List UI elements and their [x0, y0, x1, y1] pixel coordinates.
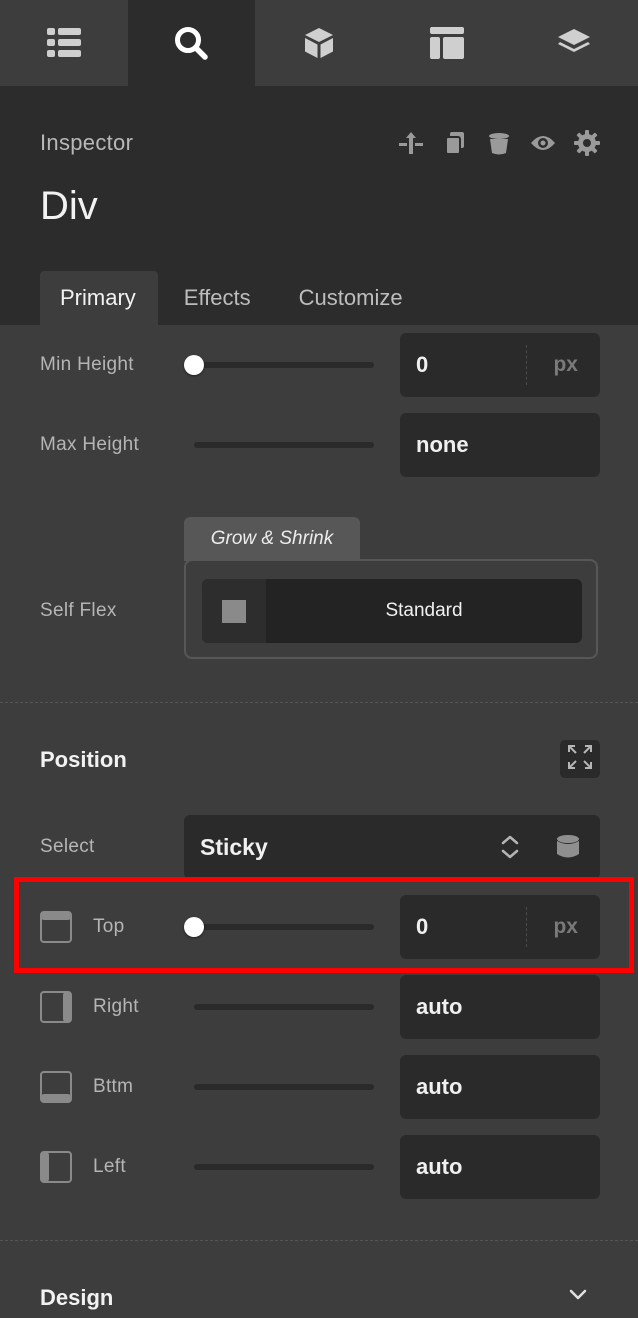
- left-value: auto: [416, 1154, 463, 1179]
- bottom-label: Bttm: [93, 1076, 134, 1097]
- left-label: Left: [93, 1156, 126, 1177]
- max-height-input[interactable]: none: [400, 413, 600, 477]
- delete-icon[interactable]: [486, 130, 512, 156]
- min-height-label: Min Height: [40, 354, 134, 375]
- inspector-header: Inspector Div Primary Effects Customize: [0, 86, 638, 325]
- database-icon[interactable]: [556, 834, 580, 865]
- toolbar-tab-layout[interactable]: [383, 0, 511, 86]
- min-height-slider-handle[interactable]: [184, 355, 204, 375]
- position-select-label: Select: [40, 836, 95, 857]
- square-icon: [222, 600, 246, 623]
- element-title: Div: [40, 184, 98, 228]
- grow-shrink-tab[interactable]: Grow & Shrink: [184, 517, 360, 561]
- layers-icon: [556, 28, 592, 58]
- inspector-label: Inspector: [40, 130, 134, 155]
- right-input[interactable]: auto: [400, 975, 600, 1039]
- layout-icon: [429, 27, 464, 59]
- self-flex-label: Self Flex: [40, 600, 117, 621]
- list-icon: [46, 28, 81, 58]
- self-flex-standard-button[interactable]: Standard: [202, 579, 582, 643]
- cube-icon: [302, 26, 336, 60]
- bottom-slider-track[interactable]: [194, 1084, 374, 1090]
- tab-primary[interactable]: Primary: [40, 271, 158, 325]
- search-icon: [174, 26, 209, 60]
- position-section-title: Position: [40, 747, 127, 772]
- min-height-slider-track[interactable]: [194, 362, 374, 368]
- toolbar-tab-search[interactable]: [127, 0, 256, 86]
- left-side-icon: [40, 1151, 72, 1183]
- header-actions: [398, 130, 600, 156]
- section-divider: [0, 1240, 638, 1241]
- right-value: auto: [416, 994, 463, 1019]
- bottom-side-icon: [40, 1071, 72, 1103]
- duplicate-icon[interactable]: [442, 130, 468, 156]
- min-height-value: 0: [416, 352, 429, 377]
- toolbar-tab-list[interactable]: [0, 0, 128, 86]
- unit-divider: [526, 345, 527, 385]
- min-height-unit[interactable]: px: [553, 333, 578, 397]
- self-flex-option: Standard: [385, 600, 463, 621]
- top-toolbar: [0, 0, 638, 86]
- flex-preset-swatch: [202, 579, 266, 643]
- left-slider-track[interactable]: [194, 1164, 374, 1170]
- section-divider: [0, 702, 638, 703]
- position-select[interactable]: Sticky: [184, 815, 600, 879]
- max-height-value: none: [416, 432, 469, 457]
- updown-chevron-icon: [500, 834, 520, 865]
- right-label: Right: [93, 996, 139, 1017]
- settings-icon[interactable]: [574, 130, 600, 156]
- toolbar-tab-components[interactable]: [255, 0, 383, 86]
- tab-customize[interactable]: Customize: [273, 271, 425, 325]
- left-input[interactable]: auto: [400, 1135, 600, 1199]
- tab-effects[interactable]: Effects: [158, 271, 273, 325]
- bottom-value: auto: [416, 1074, 463, 1099]
- highlight-box: [14, 877, 634, 973]
- position-select-value: Sticky: [200, 833, 268, 860]
- min-height-input[interactable]: 0 px: [400, 333, 600, 397]
- max-height-slider-track[interactable]: [194, 442, 374, 448]
- move-icon[interactable]: [398, 130, 424, 156]
- position-expand-button[interactable]: [560, 740, 600, 778]
- chevron-down-icon[interactable]: [568, 1288, 588, 1307]
- design-section-title[interactable]: Design: [40, 1285, 113, 1311]
- max-height-label: Max Height: [40, 434, 140, 455]
- visibility-icon[interactable]: [530, 130, 556, 156]
- right-slider-track[interactable]: [194, 1004, 374, 1010]
- right-side-icon: [40, 991, 72, 1023]
- bottom-input[interactable]: auto: [400, 1055, 600, 1119]
- inspector-tabs: Primary Effects Customize: [40, 271, 425, 325]
- expand-icon: [567, 744, 593, 775]
- toolbar-tab-layers[interactable]: [510, 0, 638, 86]
